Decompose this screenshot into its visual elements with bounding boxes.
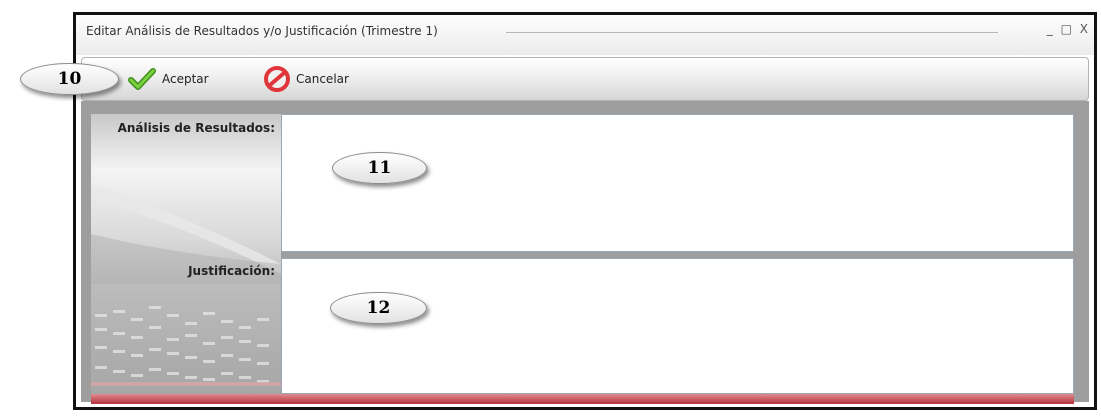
edit-dialog-window: Editar Análisis de Resultados y/o Justif… [73, 12, 1097, 410]
justification-label: Justificación: [188, 264, 275, 278]
accept-label: Aceptar [162, 72, 209, 86]
window-title: Editar Análisis de Resultados y/o Justif… [86, 24, 438, 38]
analysis-textarea[interactable] [281, 114, 1074, 252]
toolbar: Aceptar Cancelar [81, 57, 1089, 101]
window-controls: _ □ X [1043, 22, 1088, 36]
cancel-button[interactable]: Cancelar [264, 66, 349, 92]
check-icon [128, 68, 156, 90]
accept-button[interactable]: Aceptar [128, 66, 209, 92]
justification-textarea[interactable] [281, 258, 1074, 394]
footer-accent-bar [91, 394, 1074, 404]
form-body: Análisis de Resultados: Justificación: [81, 101, 1089, 404]
minimize-button[interactable]: _ [1047, 22, 1053, 36]
cancel-icon [264, 66, 290, 92]
title-bar[interactable]: Editar Análisis de Resultados y/o Justif… [76, 15, 1094, 55]
callout-analysis: 11 [332, 152, 427, 184]
title-divider [506, 32, 998, 33]
cancel-label: Cancelar [296, 72, 349, 86]
decorative-side-panel: Análisis de Resultados: Justificación: [91, 114, 281, 394]
equalizer-decoration [91, 184, 281, 386]
callout-toolbar: 10 [20, 63, 119, 95]
maximize-button[interactable]: □ [1061, 22, 1072, 36]
analysis-label: Análisis de Resultados: [117, 121, 275, 135]
callout-justification: 12 [330, 292, 427, 324]
close-button[interactable]: X [1080, 22, 1088, 36]
